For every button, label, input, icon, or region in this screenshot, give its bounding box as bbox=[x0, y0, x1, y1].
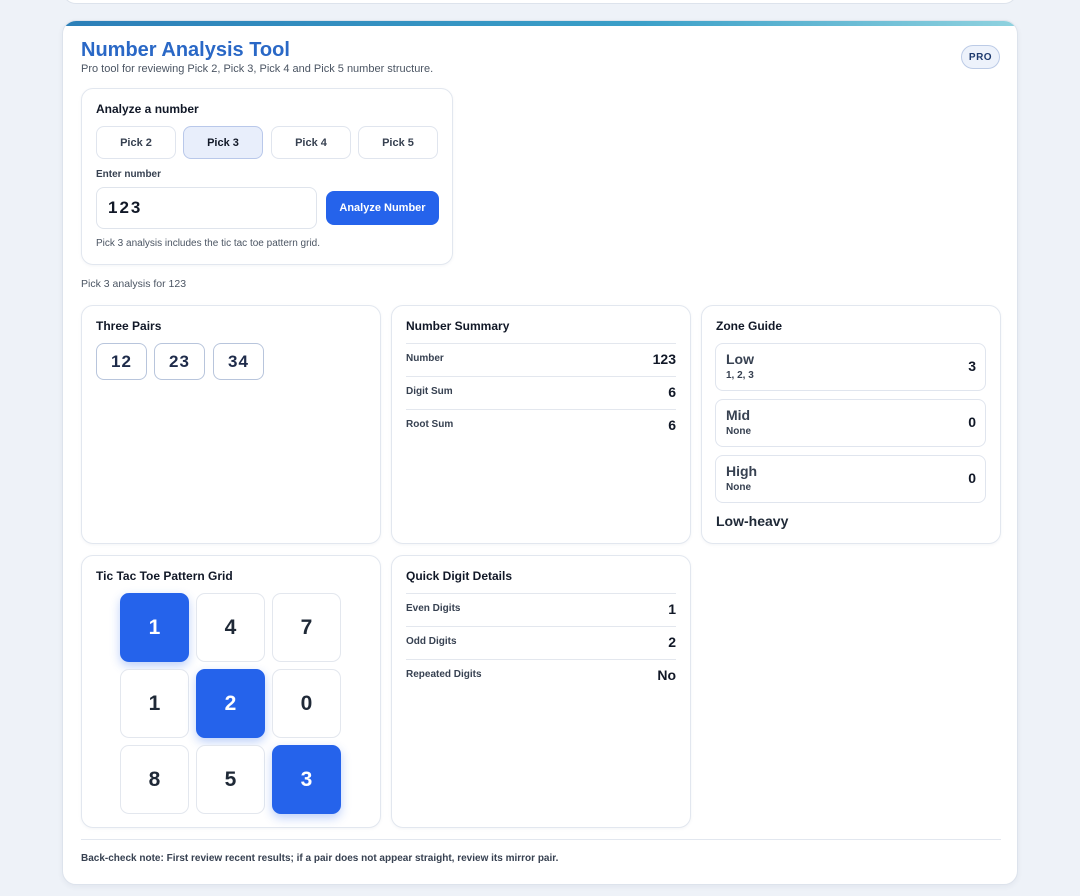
enter-number-label: Enter number bbox=[96, 169, 162, 180]
grid-cell-highlighted: 1 bbox=[120, 593, 189, 662]
digit-details-panel: Quick Digit Details Even Digits 1 Odd Di… bbox=[391, 555, 691, 828]
summary-value: 6 bbox=[668, 384, 676, 400]
pair-chip: 12 bbox=[96, 343, 147, 380]
digit-details-title: Quick Digit Details bbox=[406, 569, 513, 583]
zone-count: 0 bbox=[968, 470, 976, 486]
digit-row-even: Even Digits 1 bbox=[406, 593, 676, 626]
number-input[interactable] bbox=[96, 187, 317, 229]
digit-value: 2 bbox=[668, 634, 676, 650]
pick-5-button[interactable]: Pick 5 bbox=[358, 126, 438, 159]
pick-3-button[interactable]: Pick 3 bbox=[183, 126, 263, 159]
zone-verdict: Low-heavy bbox=[716, 513, 789, 529]
zone-digits: 1, 2, 3 bbox=[726, 370, 754, 381]
number-analysis-card: Number Analysis Tool Pro tool for review… bbox=[62, 20, 1018, 885]
zone-name: Mid bbox=[726, 407, 751, 423]
previous-card bbox=[62, 0, 1018, 4]
analysis-hint: Pick 3 analysis includes the tic tac toe… bbox=[96, 238, 321, 249]
page-title: Number Analysis Tool bbox=[81, 39, 290, 61]
footer-divider bbox=[81, 839, 1001, 840]
pair-chip: 23 bbox=[154, 343, 205, 380]
zone-low: Low 1, 2, 3 3 bbox=[715, 343, 986, 391]
back-check-note: Back-check note: First review recent res… bbox=[81, 853, 559, 864]
analyze-number-button[interactable]: Analyze Number bbox=[326, 191, 439, 225]
digit-value: 1 bbox=[668, 601, 676, 617]
grid-cell: 4 bbox=[196, 593, 265, 662]
grid-cell: 7 bbox=[272, 593, 341, 662]
digit-label: Even Digits bbox=[406, 603, 461, 614]
zone-count: 0 bbox=[968, 414, 976, 430]
zone-count: 3 bbox=[968, 358, 976, 374]
digit-row-odd: Odd Digits 2 bbox=[406, 626, 676, 659]
zone-name: Low bbox=[726, 351, 754, 367]
summary-row-number: Number 123 bbox=[406, 343, 676, 376]
zone-digits: None bbox=[726, 426, 751, 437]
digit-row-repeated: Repeated Digits No bbox=[406, 659, 676, 692]
zone-name: High bbox=[726, 463, 758, 479]
summary-label: Number bbox=[406, 353, 444, 364]
digit-value: No bbox=[657, 667, 676, 683]
three-pairs-title: Three Pairs bbox=[96, 319, 162, 333]
summary-row-root-sum: Root Sum 6 bbox=[406, 409, 676, 442]
digit-label: Repeated Digits bbox=[406, 669, 482, 680]
grid-cell-highlighted: 2 bbox=[196, 669, 265, 738]
grid-cell: 0 bbox=[272, 669, 341, 738]
analyze-panel: Analyze a number Pick 2 Pick 3 Pick 4 Pi… bbox=[81, 88, 453, 265]
pair-chip: 34 bbox=[213, 343, 264, 380]
accent-bar bbox=[63, 21, 1017, 26]
grid-cell: 5 bbox=[196, 745, 265, 814]
digit-label: Odd Digits bbox=[406, 636, 457, 647]
zone-digits: None bbox=[726, 482, 751, 493]
grid-cell-highlighted: 3 bbox=[272, 745, 341, 814]
pro-badge: PRO bbox=[961, 45, 1000, 69]
number-summary-title: Number Summary bbox=[406, 319, 510, 333]
zone-guide-panel: Zone Guide Low 1, 2, 3 3 Mid None 0 High… bbox=[701, 305, 1001, 544]
zone-high: High None 0 bbox=[715, 455, 986, 503]
zone-guide-title: Zone Guide bbox=[716, 319, 782, 333]
three-pairs-panel: Three Pairs 12 23 34 bbox=[81, 305, 381, 544]
pick-2-button[interactable]: Pick 2 bbox=[96, 126, 176, 159]
number-summary-panel: Number Summary Number 123 Digit Sum 6 Ro… bbox=[391, 305, 691, 544]
summary-value: 123 bbox=[652, 351, 676, 367]
pick-4-button[interactable]: Pick 4 bbox=[271, 126, 351, 159]
grid-cell: 8 bbox=[120, 745, 189, 814]
grid-cell: 1 bbox=[120, 669, 189, 738]
tic-tac-toe-title: Tic Tac Toe Pattern Grid bbox=[96, 569, 233, 583]
page-subtitle: Pro tool for reviewing Pick 2, Pick 3, P… bbox=[81, 63, 434, 75]
analyze-title: Analyze a number bbox=[96, 102, 199, 116]
summary-value: 6 bbox=[668, 417, 676, 433]
tic-tac-toe-panel: Tic Tac Toe Pattern Grid 147 120 853 bbox=[81, 555, 381, 828]
summary-label: Root Sum bbox=[406, 419, 454, 430]
summary-row-digit-sum: Digit Sum 6 bbox=[406, 376, 676, 409]
summary-label: Digit Sum bbox=[406, 386, 453, 397]
analysis-caption: Pick 3 analysis for 123 bbox=[81, 278, 187, 290]
zone-mid: Mid None 0 bbox=[715, 399, 986, 447]
